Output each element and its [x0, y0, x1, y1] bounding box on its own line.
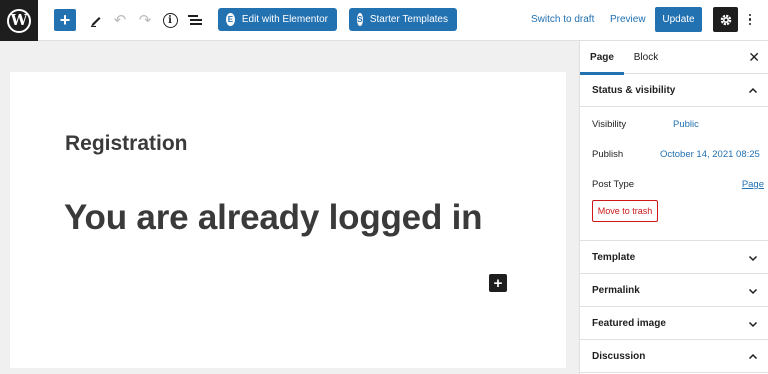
move-to-trash-button[interactable]: Move to trash	[592, 200, 658, 222]
dot	[748, 22, 752, 26]
editor-canvas[interactable]: Registration You are already logged in +	[10, 72, 566, 368]
post-type-value[interactable]: Page	[742, 179, 764, 190]
redo-button[interactable]: ↷	[135, 8, 155, 32]
sidebar-tabs: Page Block ✕	[580, 41, 768, 75]
edit-with-elementor-button[interactable]: E Edit with Elementor	[218, 8, 337, 31]
elementor-icon: E	[226, 13, 235, 26]
dot	[748, 13, 752, 17]
redo-icon: ↷	[138, 12, 152, 29]
chevron-up-icon	[748, 74, 758, 107]
close-sidebar-button[interactable]: ✕	[748, 41, 760, 74]
chevron-down-icon	[748, 274, 758, 307]
pencil-icon	[91, 17, 101, 27]
chevron-down-icon	[748, 307, 758, 340]
visibility-value[interactable]: Public	[673, 119, 699, 130]
close-icon: ✕	[748, 49, 760, 65]
status-visibility-panel: Visibility Public Publish October 14, 20…	[580, 107, 768, 241]
panel-title: Status & visibility	[592, 84, 676, 96]
publish-label: Publish	[592, 149, 624, 160]
status-visibility-panel-toggle[interactable]: Status & visibility	[580, 74, 768, 107]
info-icon: i	[162, 12, 178, 28]
list-view-button[interactable]	[185, 8, 205, 32]
switch-to-draft-link[interactable]: Switch to draft	[531, 8, 594, 31]
details-button[interactable]: i	[160, 8, 180, 32]
panel-title: Template	[592, 251, 636, 263]
undo-icon: ↶	[113, 12, 127, 29]
editor-area: Registration You are already logged in +	[0, 41, 579, 374]
undo-button[interactable]: ↶	[110, 8, 130, 32]
panel-title: Permalink	[592, 284, 640, 296]
preview-link[interactable]: Preview	[610, 8, 646, 31]
block-inserter-button[interactable]: +	[489, 274, 507, 292]
permalink-panel-toggle[interactable]: Permalink	[580, 274, 768, 307]
post-type-label: Post Type	[592, 179, 635, 190]
page-title[interactable]: Registration	[65, 132, 188, 156]
template-panel-toggle[interactable]: Template	[580, 241, 768, 274]
edit-tool-button[interactable]	[86, 8, 106, 32]
heading-block[interactable]: You are already logged in	[64, 198, 483, 238]
tab-page[interactable]: Page	[580, 41, 624, 75]
add-block-button[interactable]: +	[54, 9, 76, 31]
list-view-icon	[188, 15, 202, 25]
editor-top-bar: W + ↶ ↷ i E Edit with Elementor S Starte…	[0, 0, 768, 41]
gear-icon	[720, 14, 731, 25]
elementor-button-label: Edit with Elementor	[241, 14, 328, 25]
settings-sidebar: Page Block ✕ Status & visibility Visibil…	[579, 41, 768, 374]
chevron-down-icon	[748, 241, 758, 274]
starter-templates-icon: S	[357, 13, 363, 26]
more-options-button[interactable]	[744, 7, 756, 32]
settings-button[interactable]	[713, 7, 738, 32]
discussion-panel-toggle[interactable]: Discussion	[580, 340, 768, 373]
update-button[interactable]: Update	[655, 7, 702, 32]
wordpress-logo-icon[interactable]: W	[0, 0, 38, 41]
dot	[748, 18, 752, 21]
starter-templates-label: Starter Templates	[369, 14, 448, 25]
publish-date-value[interactable]: October 14, 2021 08:25	[660, 149, 760, 160]
tab-block[interactable]: Block	[624, 41, 668, 74]
panel-title: Discussion	[592, 350, 646, 362]
featured-image-panel-toggle[interactable]: Featured image	[580, 307, 768, 340]
chevron-up-icon	[748, 340, 758, 373]
starter-templates-button[interactable]: S Starter Templates	[349, 8, 457, 31]
panel-title: Featured image	[592, 317, 666, 329]
visibility-label: Visibility	[592, 119, 627, 130]
